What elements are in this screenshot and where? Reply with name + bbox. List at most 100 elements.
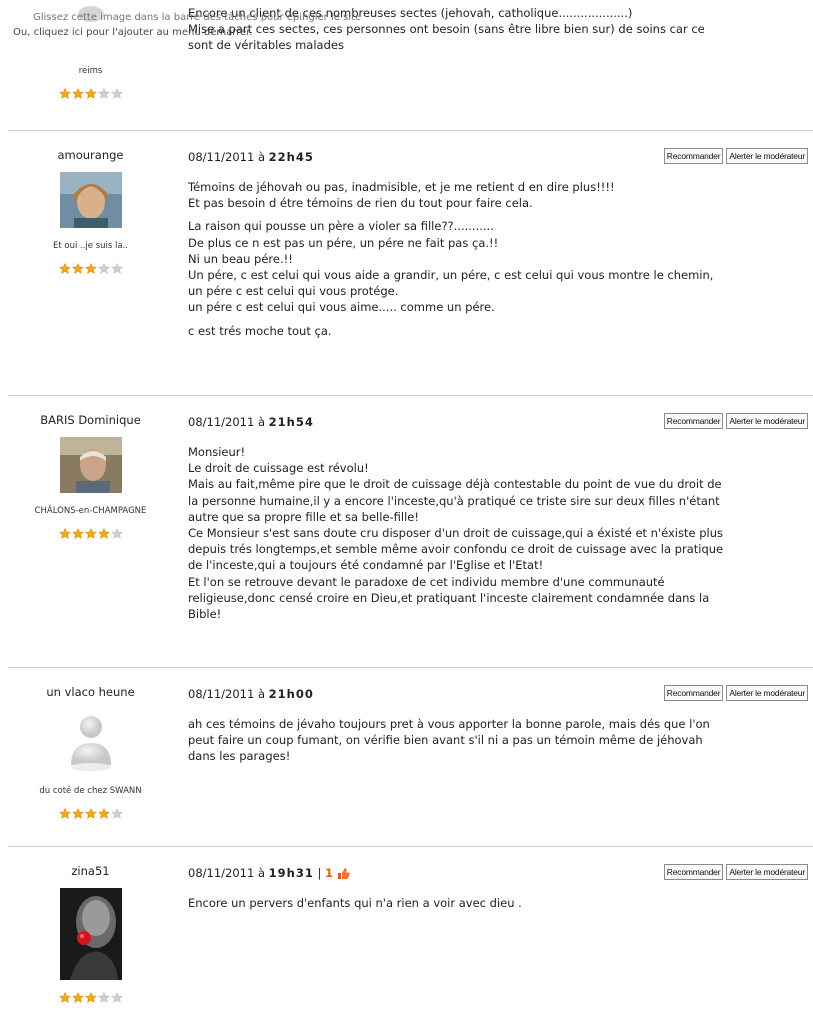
rating-stars [8, 992, 173, 1003]
comment-line: Le droit de cuissage est révolu! [188, 461, 369, 476]
comment-line: dans les parages! [188, 749, 291, 764]
star-filled-icon [58, 528, 71, 539]
alert-moderator-button[interactable]: Alerter le modérateur [726, 413, 808, 429]
comment-line: de l'inceste,qui a toujours été condamné… [188, 558, 544, 573]
star-filled-icon [84, 528, 97, 539]
star-empty-icon [97, 88, 110, 99]
comment-line: De plus ce n est pas un pére, un pére ne… [188, 235, 499, 250]
comment-content: 08/11/2011 à 22h45 Recommander Alerter l… [188, 131, 808, 346]
comment-line: Monsieur! [188, 445, 246, 459]
star-filled-icon [71, 263, 84, 274]
star-empty-icon [110, 263, 123, 274]
recommend-button[interactable]: Recommander [663, 864, 724, 880]
user-photo-avatar[interactable] [59, 437, 122, 493]
star-filled-icon [71, 808, 84, 819]
author-name[interactable]: amourange [8, 148, 173, 164]
author-name[interactable]: un vlaco heune [8, 685, 173, 701]
recommend-button[interactable]: Recommander [663, 148, 724, 164]
star-empty-icon [110, 808, 123, 819]
comment-date: 08/11/2011 à [188, 150, 265, 164]
comment-line: Ni un beau pére.!! [188, 251, 293, 266]
author-name[interactable]: BARIS Dominique [8, 413, 173, 429]
comment-time: 21h00 [268, 687, 314, 701]
author-name[interactable]: zina51 [8, 864, 173, 880]
pin-site-tooltip[interactable]: Glissez cette image dans la barre des tâ… [13, 10, 362, 40]
comment-content: 08/11/2011 à 19h31 | 1 Recommander Alert… [188, 847, 808, 911]
star-filled-icon [58, 808, 71, 819]
comment-date: 08/11/2011 à [188, 866, 265, 880]
tooltip-line-2[interactable]: Ou, cliquez ici pour l'ajouter au menu d… [13, 25, 361, 40]
comment-line: La raison qui pousse un père a violer sa… [188, 219, 494, 234]
star-filled-icon [97, 528, 110, 539]
star-filled-icon [58, 88, 71, 99]
comment-line: la personne humaine,il y a encore l'ince… [188, 493, 720, 508]
comment-author-panel: un vlaco heune du coté de chez SWANN [8, 668, 173, 819]
star-empty-icon [97, 263, 110, 274]
rating-stars [8, 808, 173, 819]
star-filled-icon [84, 808, 97, 819]
author-location: Et oui ..je suis la.. [52, 241, 129, 251]
comment-line: Encore un pervers d'enfants qui n'a rien… [188, 896, 522, 910]
star-filled-icon [97, 808, 110, 819]
comment-line: religieuse,donc censé croire en Dieu,et … [188, 590, 710, 605]
comment-line: Mais au fait,même pire que le droit de c… [188, 477, 722, 492]
tooltip-line-1: Glissez cette image dans la barre des tâ… [33, 12, 362, 23]
comment-time: 21h54 [268, 415, 314, 429]
user-photo-avatar[interactable] [59, 888, 122, 980]
star-empty-icon [110, 992, 123, 1003]
star-filled-icon [58, 992, 71, 1003]
alert-moderator-button[interactable]: Alerter le modérateur [726, 864, 808, 880]
comment-time: 19h31 [268, 866, 314, 880]
comment-content: 08/11/2011 à 21h54 Recommander Alerter l… [188, 396, 808, 622]
recommend-button[interactable]: Recommander [663, 413, 724, 429]
meta-separator: | [317, 866, 322, 880]
star-empty-icon [110, 528, 123, 539]
comment-line: Et pas besoin d étre témoins de rien du … [188, 196, 533, 211]
comment: zina51 08/11/2011 à 19h31 | 1 Recommande… [8, 847, 813, 1034]
rating-stars [8, 88, 173, 99]
comment-line: depuis trés longtemps,et semble même avo… [188, 542, 724, 557]
comment-line: Ce Monsieur s'est sans doute cru dispose… [188, 526, 724, 541]
star-filled-icon [84, 992, 97, 1003]
comment-line: un pére c est celui qui vous aime..... c… [188, 300, 495, 315]
star-filled-icon [84, 263, 97, 274]
comment-line: un pére c est celui qui vous protége. [188, 284, 399, 299]
author-location: du coté de chez SWANN [39, 786, 142, 796]
comment-date: 08/11/2011 à [188, 687, 265, 701]
alert-moderator-button[interactable]: Alerter le modérateur [726, 148, 808, 164]
comment-meta: 08/11/2011 à 21h54 Recommander Alerter l… [188, 413, 808, 431]
comment-author-panel: zina51 [8, 847, 173, 1003]
author-location: CHÂLONS-en-CHAMPAGNE [34, 506, 147, 516]
star-filled-icon [84, 88, 97, 99]
star-filled-icon [58, 263, 71, 274]
comment-line: ah ces témoins de jévaho toujours pret à… [188, 717, 710, 731]
comment-date: 08/11/2011 à [188, 415, 265, 429]
comment-meta: 08/11/2011 à 19h31 | 1 Recommander Alert… [188, 864, 808, 882]
comment-line: Bible! [188, 607, 222, 622]
comment-author-panel: amourange Et oui ..je suis la.. [8, 131, 173, 274]
comment: BARIS Dominique CHÂLONS-en-CHAMPAGNE 08/… [8, 396, 813, 668]
star-empty-icon [110, 88, 123, 99]
recommend-button[interactable]: Recommander [663, 685, 724, 701]
comment-meta: 08/11/2011 à 22h45 Recommander Alerter l… [188, 148, 808, 166]
user-photo-avatar[interactable] [59, 172, 122, 228]
star-filled-icon [71, 992, 84, 1003]
comment-line: Et l'on se retrouve devant le paradoxe d… [188, 574, 665, 589]
comment-line: peut faire un coup fumant, on vérifie bi… [188, 733, 703, 748]
comment-line: c est trés moche tout ça. [188, 323, 332, 338]
alert-moderator-button[interactable]: Alerter le modérateur [726, 685, 808, 701]
thumbs-up-icon[interactable] [337, 867, 350, 880]
comment: amourange Et oui ..je suis la.. 08/11/20… [8, 131, 813, 396]
comment-author-panel: BARIS Dominique CHÂLONS-en-CHAMPAGNE [8, 396, 173, 539]
star-filled-icon [71, 528, 84, 539]
author-location: reims [78, 66, 103, 76]
default-avatar-icon[interactable] [69, 713, 113, 773]
comment-content: 08/11/2011 à 21h00 Recommander Alerter l… [188, 668, 808, 765]
comment-line: Témoins de jéhovah ou pas, inadmisible, … [188, 180, 615, 194]
comment-line: autre que sa propre fille et sa belle-fi… [188, 509, 419, 524]
comment-line: Un pére, c est celui qui vous aide a gra… [188, 268, 714, 283]
rating-stars [8, 528, 173, 539]
comment: un vlaco heune du coté de chez SWANN 08/… [8, 668, 813, 847]
comment-meta: 08/11/2011 à 21h00 Recommander Alerter l… [188, 685, 808, 703]
rating-stars [8, 263, 173, 274]
